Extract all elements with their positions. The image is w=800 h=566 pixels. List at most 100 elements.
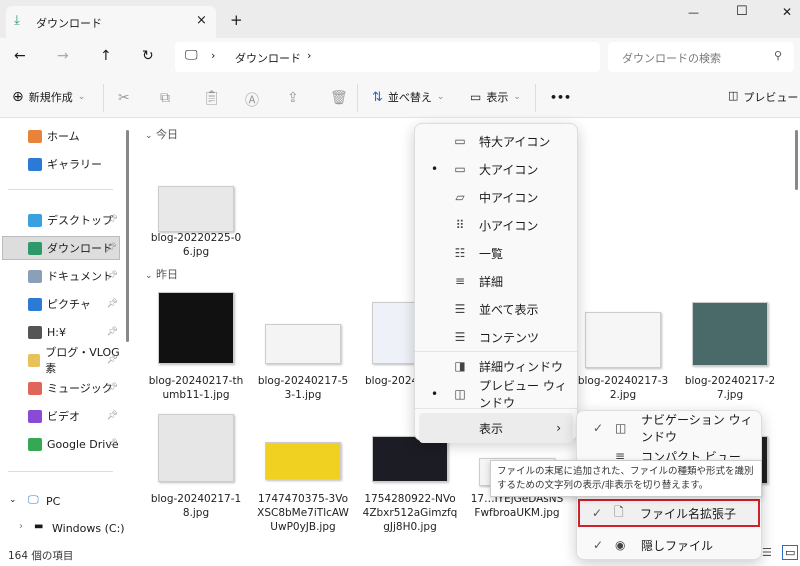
view-menu-item[interactable]: • ▭ 大アイコン bbox=[419, 156, 573, 182]
sidebar-item-pc[interactable]: PC bbox=[46, 495, 60, 508]
view-menu-item[interactable]: • ◫ プレビュー ウィンドウ bbox=[419, 379, 573, 410]
view-menu-item[interactable]: ☰ コンテンツ bbox=[419, 324, 573, 350]
rename-icon[interactable]: Ⓐ bbox=[245, 90, 259, 110]
back-button[interactable]: ← bbox=[14, 48, 26, 64]
breadcrumb-downloads[interactable]: ダウンロード bbox=[235, 50, 301, 66]
show-submenu-item[interactable]: ✓ ◉ 隠しファイル bbox=[581, 531, 757, 559]
monitor-icon: ▱ bbox=[455, 190, 465, 204]
file-name[interactable]: blog-20240217-18.jpg bbox=[148, 492, 244, 520]
show-submenu-item[interactable]: ✓ ◫ ナビゲーション ウィンドウ bbox=[581, 413, 757, 444]
sidebar-item[interactable]: ビデオ 📌︎ bbox=[28, 404, 120, 428]
sidebar-item[interactable]: ドキュメント 📌︎ bbox=[28, 264, 120, 288]
sidebar-scrollbar[interactable] bbox=[126, 130, 129, 342]
new-tab-button[interactable]: + bbox=[230, 11, 243, 29]
folder-icon bbox=[28, 213, 42, 227]
view-menu-item[interactable]: ⠿ 小アイコン bbox=[419, 212, 573, 238]
address-bar[interactable]: 🖵 › ダウンロード › bbox=[175, 42, 600, 72]
sidebar-item[interactable]: ピクチャ 📌︎ bbox=[28, 292, 120, 316]
list-icon: ☷ bbox=[454, 246, 466, 260]
sidebar-item[interactable]: ホーム bbox=[28, 124, 120, 148]
view-menu-item[interactable]: ▱ 中アイコン bbox=[419, 184, 573, 210]
paste-icon[interactable]: 📋︎ bbox=[203, 90, 221, 106]
details-pane-icon: ◨ bbox=[454, 359, 466, 373]
breadcrumb-chevron[interactable]: › bbox=[307, 49, 311, 62]
view-menu-item[interactable]: ◨ 詳細ウィンドウ bbox=[419, 353, 573, 379]
folder-icon bbox=[28, 353, 41, 367]
large-icons-view-icon[interactable]: ▭ bbox=[782, 545, 799, 560]
view-menu-item[interactable]: 表示 › bbox=[419, 413, 573, 443]
sort-button[interactable]: ⇅ 並べ替え ⌄ bbox=[372, 89, 444, 105]
file-name[interactable]: blog-20240217-27.jpg bbox=[682, 374, 778, 402]
file-name[interactable]: blog-20240217-53-1.jpg bbox=[255, 374, 351, 402]
sidebar-item[interactable]: デスクトップ 📌︎ bbox=[28, 208, 120, 232]
file-thumbnail[interactable] bbox=[158, 414, 234, 482]
up-button[interactable]: ↑ bbox=[100, 48, 112, 64]
folder-icon bbox=[28, 297, 42, 311]
new-button[interactable]: ⊕ 新規作成 ⌄ bbox=[12, 89, 85, 105]
download-icon: ⤓ bbox=[14, 13, 20, 28]
close-tab-button[interactable]: × bbox=[196, 13, 207, 28]
search-input[interactable]: ダウンロードの検索 ⚲ bbox=[608, 42, 794, 72]
sidebar-item[interactable]: Google Drive 📌︎ bbox=[28, 432, 120, 456]
view-menu-label: 中アイコン bbox=[479, 190, 539, 205]
show-submenu-item[interactable]: ✓ 🗋 ファイル名拡張子 bbox=[578, 499, 760, 527]
file-name[interactable]: 1754280922-NVo4Zbxr512aGimzfqgJj8H0.jpg bbox=[362, 492, 458, 534]
sidebar-item-drive-c[interactable]: Windows (C:) bbox=[52, 522, 125, 535]
content-scrollbar[interactable] bbox=[795, 130, 798, 190]
pin-icon: 📌︎ bbox=[106, 327, 118, 337]
file-thumbnail[interactable] bbox=[265, 324, 341, 364]
sort-label: 並べ替え bbox=[387, 91, 432, 104]
view-menu-label: 大アイコン bbox=[479, 162, 539, 177]
view-label: 表示 bbox=[486, 91, 509, 104]
folder-icon bbox=[28, 325, 42, 339]
more-options-button[interactable]: ••• bbox=[550, 91, 571, 104]
sidebar-item[interactable]: H:¥ 📌︎ bbox=[28, 320, 120, 344]
file-thumbnail[interactable] bbox=[265, 442, 341, 480]
expand-chevron-icon[interactable]: ⌄ bbox=[9, 495, 17, 505]
view-menu-item[interactable]: ▭ 特大アイコン bbox=[419, 128, 573, 154]
minimize-button[interactable]: — bbox=[688, 6, 699, 19]
collapse-chevron-icon[interactable]: › bbox=[19, 521, 23, 532]
maximize-button[interactable]: ☐ bbox=[736, 4, 748, 19]
copy-icon[interactable]: ⧉ bbox=[160, 90, 170, 106]
monitor-icon: ▭ bbox=[454, 162, 466, 176]
details-view-icon[interactable]: ☰ bbox=[762, 546, 772, 559]
check-icon: ✓ bbox=[593, 538, 604, 552]
folder-icon bbox=[28, 269, 42, 283]
sidebar-item[interactable]: ギャラリー bbox=[28, 152, 120, 176]
sidebar-item-label: H:¥ bbox=[47, 325, 66, 339]
sidebar-item[interactable]: ミュージック 📌︎ bbox=[28, 376, 120, 400]
sidebar-item[interactable]: ダウンロード 📌︎ bbox=[2, 236, 120, 260]
group-today[interactable]: ⌄ 今日 bbox=[145, 126, 178, 142]
close-window-button[interactable]: ✕ bbox=[782, 5, 792, 19]
file-thumbnail[interactable] bbox=[158, 292, 234, 364]
address-row: ← → ↑ ↻ 🖵 › ダウンロード › ダウンロードの検索 ⚲ bbox=[0, 38, 800, 78]
view-menu-item[interactable]: ≡ 詳細 bbox=[419, 268, 573, 294]
forward-button[interactable]: → bbox=[57, 48, 69, 64]
monitor-icon: ▭ bbox=[454, 134, 466, 148]
chevron-right-icon: › bbox=[556, 421, 561, 435]
sidebar-item-label: ダウンロード bbox=[47, 242, 113, 255]
view-menu-item[interactable]: ☷ 一覧 bbox=[419, 240, 573, 266]
file-name[interactable]: blog-20220225-06.jpg bbox=[148, 231, 244, 259]
file-name[interactable]: blog-20240217-32.jpg bbox=[575, 374, 671, 402]
file-name[interactable]: 1747470375-3VoXSC8bMe7iTlcAWUwP0yJB.jpg bbox=[255, 492, 351, 534]
file-thumbnail[interactable] bbox=[158, 186, 234, 232]
view-menu-item[interactable]: ☰ 並べて表示 bbox=[419, 296, 573, 322]
file-thumbnail[interactable] bbox=[692, 302, 768, 366]
tab-downloads[interactable]: ⤓ ダウンロード × bbox=[6, 6, 216, 38]
search-placeholder: ダウンロードの検索 bbox=[622, 52, 721, 65]
sort-icon: ⇅ bbox=[372, 89, 383, 105]
cut-icon[interactable]: ✂ bbox=[118, 90, 130, 106]
details-icon: ≡ bbox=[454, 274, 466, 288]
group-yesterday[interactable]: ⌄ 昨日 bbox=[145, 266, 178, 282]
share-icon[interactable]: ⇪ bbox=[287, 90, 299, 106]
preview-button[interactable]: ◫ プレビュー bbox=[728, 89, 798, 105]
file-thumbnail[interactable] bbox=[585, 312, 661, 368]
refresh-button[interactable]: ↻ bbox=[142, 48, 154, 64]
sidebar-item[interactable]: ブログ・VLOG素 📌︎ bbox=[28, 346, 120, 375]
file-name[interactable]: blog-20240217-thumb11-1.jpg bbox=[148, 374, 244, 402]
delete-icon[interactable]: 🗑︎ bbox=[330, 90, 348, 106]
sidebar-item-label: ミュージック bbox=[47, 382, 113, 395]
view-button[interactable]: ▭ 表示 ⌄ bbox=[470, 89, 521, 105]
